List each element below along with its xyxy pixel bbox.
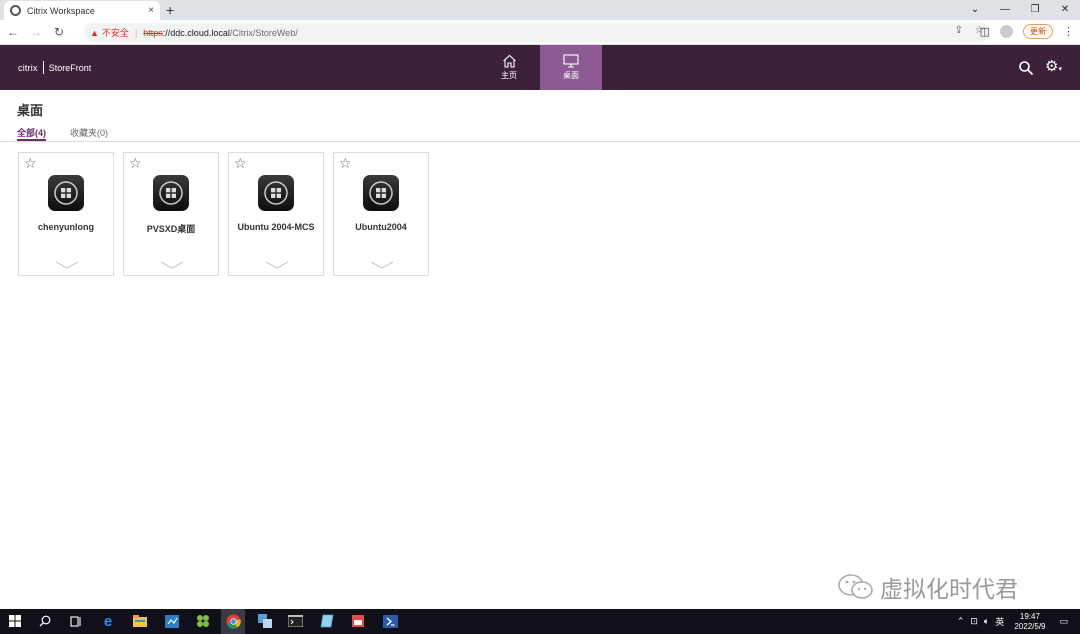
desktop-tile[interactable]: ☆ chenyunlong (18, 152, 114, 276)
browser-tab[interactable]: Citrix Workspace × (4, 1, 160, 20)
favorite-star-icon[interactable]: ☆ (339, 156, 352, 170)
desktop-name: PVSXD桌面 (146, 224, 196, 234)
server-manager-icon[interactable] (163, 612, 181, 630)
page-title: 桌面 (17, 103, 44, 118)
toolbar-right: ◫ 更新 ⋮ (980, 24, 1074, 39)
url-host: ://ddc.cloud.local (162, 27, 230, 38)
clock-date: 2022/5/9 (1014, 621, 1046, 631)
tray-chevron-up-icon[interactable]: ⌃ (957, 616, 965, 627)
desktop-tile[interactable]: ☆ Ubuntu 2004-MCS (228, 152, 324, 276)
wechat-logo-icon (838, 574, 873, 599)
app-red-icon[interactable] (349, 612, 367, 630)
back-button[interactable]: ← (3, 25, 23, 39)
notepad-icon[interactable] (318, 612, 336, 630)
citrix-favicon-icon (10, 5, 21, 16)
filter-favorites[interactable]: 收藏夹(0) (70, 126, 108, 139)
desktop-name: Ubuntu2004 (355, 222, 407, 232)
side-panel-icon[interactable]: ◫ (980, 25, 990, 38)
browser-toolbar: ← → ↻ ▲ 不安全 | https://ddc.cloud.local/Ci… (0, 20, 1080, 45)
nav-home-label: 主页 (501, 71, 517, 80)
clock-time: 19:47 (1019, 611, 1040, 621)
home-icon (502, 54, 516, 68)
new-tab-button[interactable]: + (166, 2, 174, 18)
favorite-star-icon[interactable]: ☆ (24, 156, 37, 170)
window-controls: ⌄ — ❐ ✕ (960, 0, 1080, 20)
filter-all[interactable]: 全部(4) (17, 126, 46, 139)
brand-logo: citrix StoreFront (18, 61, 91, 74)
command-prompt-icon[interactable] (286, 612, 304, 630)
forward-button[interactable]: → (26, 25, 46, 39)
content-divider (0, 141, 1080, 142)
clock[interactable]: 19:47 2022/5/9 (1014, 612, 1045, 632)
monitor-icon (563, 54, 579, 68)
chevron-down-icon[interactable] (160, 261, 184, 269)
favorite-star-icon[interactable]: ☆ (129, 156, 142, 170)
task-view-icon[interactable] (66, 612, 84, 630)
chevron-down-icon[interactable] (370, 261, 394, 269)
menu-kebab-icon[interactable]: ⋮ (1063, 25, 1074, 38)
insecure-label: 不安全 (101, 28, 129, 38)
address-bar[interactable]: ▲ 不安全 | https://ddc.cloud.local/Citrix/S… (84, 23, 990, 42)
share-icon[interactable]: ⇪ (955, 25, 963, 36)
edge-ie-icon[interactable]: e (99, 612, 117, 630)
minimize-button[interactable]: — (990, 0, 1020, 20)
favorite-star-icon[interactable]: ☆ (234, 156, 247, 170)
start-windows-icon[interactable] (6, 612, 24, 630)
system-tray: ⌃ ⊡ 🔈︎ 英 19:47 2022/5/9 ▭ (957, 609, 1080, 634)
volume-muted-icon[interactable]: 🔈︎ (984, 616, 989, 627)
reload-button[interactable]: ↻ (49, 25, 69, 39)
window-chevron-icon[interactable]: ⌄ (960, 0, 990, 20)
windows-desktop-icon (363, 175, 399, 211)
maximize-button[interactable]: ❐ (1020, 0, 1050, 20)
profile-avatar-icon[interactable] (1000, 25, 1013, 38)
close-window-button[interactable]: ✕ (1050, 0, 1080, 20)
desktop-tile[interactable]: ☆ PVSXD桌面 (123, 152, 219, 276)
windows-desktop-icon (258, 175, 294, 211)
desktop-tile[interactable]: ☆ Ubuntu2004 (333, 152, 429, 276)
omnibox-divider: | (134, 27, 138, 38)
brand-product: StoreFront (48, 62, 92, 73)
brand-divider (42, 61, 44, 74)
url-path: /Citrix/StoreWeb/ (229, 27, 298, 38)
network-tool-icon[interactable] (256, 612, 274, 630)
search-taskbar-icon[interactable] (36, 612, 54, 630)
settings-gear-icon[interactable]: ⚙▾ (1045, 59, 1062, 78)
ime-indicator[interactable]: 英 (995, 615, 1004, 628)
chrome-icon[interactable] (221, 609, 245, 634)
watermark-text: 虚拟化时代君 (880, 576, 1018, 602)
tab-close-icon[interactable]: × (148, 5, 154, 16)
windows-desktop-icon (48, 175, 84, 211)
search-icon[interactable] (1018, 60, 1034, 76)
windows-desktop-icon (153, 175, 189, 211)
chevron-down-icon[interactable] (265, 261, 289, 269)
powershell-icon[interactable] (381, 612, 399, 630)
storefront-header: citrix StoreFront 主页 桌面 (0, 45, 1080, 90)
nav-home[interactable]: 主页 (478, 45, 540, 90)
update-button[interactable]: 更新 (1023, 24, 1053, 39)
file-explorer-icon[interactable] (131, 612, 149, 630)
nav-desktops[interactable]: 桌面 (540, 45, 602, 90)
network-status-icon[interactable]: ⊡ (970, 616, 978, 627)
chevron-down-icon[interactable] (55, 261, 79, 269)
brand-citrix: citrix (18, 62, 38, 73)
nav-desktops-label: 桌面 (563, 71, 579, 80)
desktop-name: Ubuntu 2004-MCS (237, 222, 315, 232)
warning-icon: ▲ (90, 27, 99, 38)
browser-tab-strip: Citrix Workspace × + ⌄ — ❐ ✕ (0, 0, 1080, 20)
watermark: 虚拟化时代君 (836, 570, 1018, 604)
notification-center-icon[interactable]: ▭ (1059, 616, 1068, 627)
url-scheme: https (143, 27, 163, 38)
windows-taskbar: e ⌃ ⊡ 🔈︎ 英 19:47 2022/5/9 ▭ (0, 609, 1080, 634)
citrix-studio-icon[interactable] (194, 612, 212, 630)
tab-title: Citrix Workspace (27, 5, 95, 16)
desktop-name: chenyunlong (38, 222, 94, 232)
